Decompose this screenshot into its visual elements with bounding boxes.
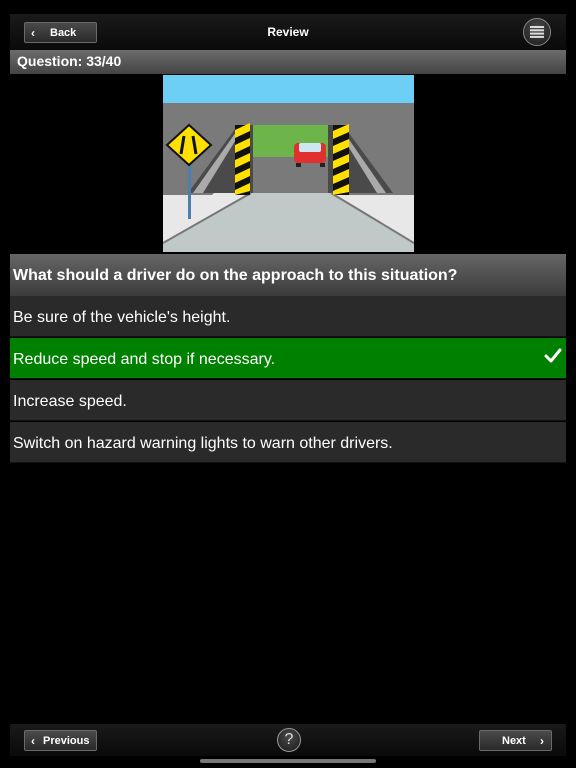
checkmark-icon <box>544 348 562 363</box>
next-button[interactable]: Next › <box>479 730 552 751</box>
menu-button[interactable] <box>523 18 551 46</box>
question-mark-icon: ? <box>284 731 294 748</box>
answer-option-3[interactable]: Increase speed. <box>10 380 566 421</box>
bottom-navigation-bar: ‹ Previous ? Next › <box>10 724 566 756</box>
next-button-label: Next <box>502 735 526 747</box>
previous-button[interactable]: ‹ Previous <box>24 730 97 751</box>
chevron-left-icon: ‹ <box>31 734 35 748</box>
answer-option-1[interactable]: Be sure of the vehicle's height. <box>10 296 566 337</box>
answer-option-label: Reduce speed and stop if necessary. <box>13 351 276 368</box>
help-button[interactable]: ? <box>277 728 301 752</box>
question-illustration <box>163 75 414 252</box>
question-counter: Question: 33/40 <box>10 50 566 74</box>
page-title: Review <box>267 25 309 39</box>
home-indicator <box>200 759 376 763</box>
menu-icon <box>530 26 544 38</box>
answer-option-2[interactable]: Reduce speed and stop if necessary. <box>10 338 566 379</box>
top-navigation-bar: ‹ Back Review <box>10 14 566 50</box>
answer-option-label: Switch on hazard warning lights to warn … <box>13 435 393 452</box>
answer-option-4[interactable]: Switch on hazard warning lights to warn … <box>10 422 566 463</box>
previous-button-label: Previous <box>43 735 90 747</box>
question-text: What should a driver do on the approach … <box>10 254 566 296</box>
answer-option-label: Increase speed. <box>13 393 127 410</box>
chevron-right-icon: › <box>540 734 544 748</box>
answer-option-label: Be sure of the vehicle's height. <box>13 309 231 326</box>
